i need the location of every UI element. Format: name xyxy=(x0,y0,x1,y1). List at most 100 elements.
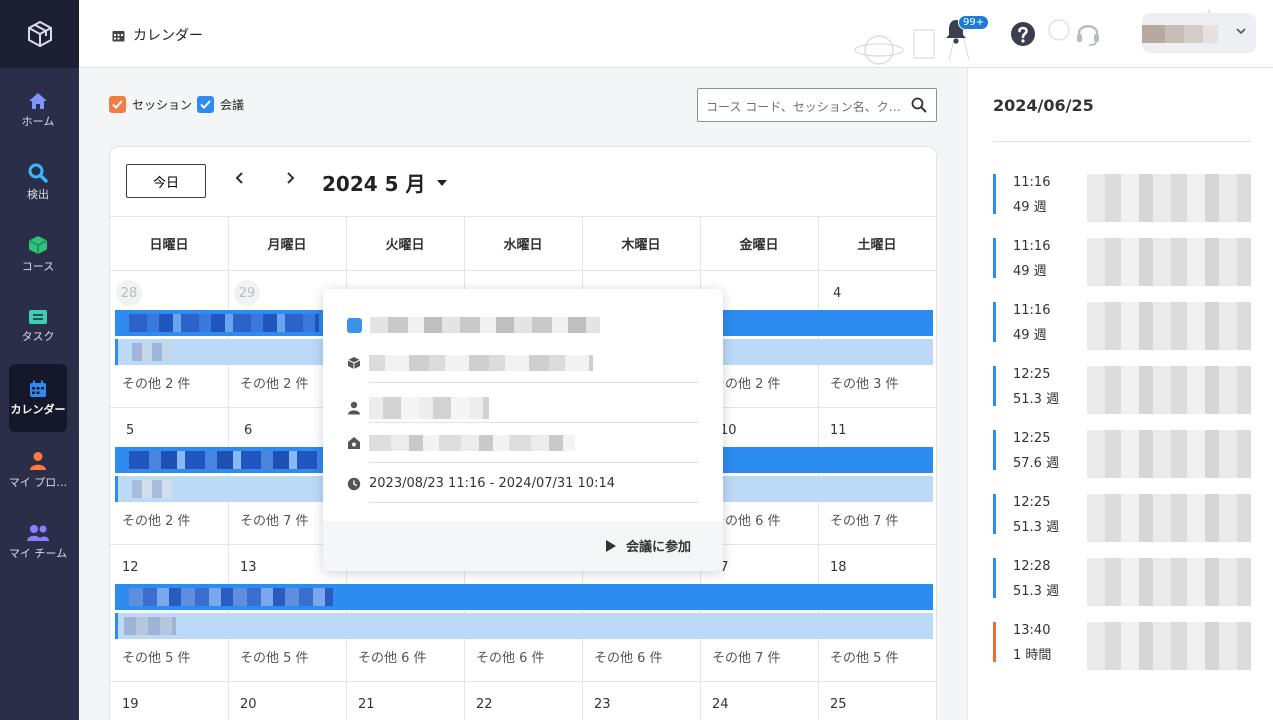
help-icon[interactable] xyxy=(1010,21,1036,47)
more-events-link[interactable]: その他 2 件 xyxy=(240,373,309,392)
agenda-item-time: 13:40 xyxy=(1013,623,1051,638)
grid-divider xyxy=(110,270,936,271)
more-events-link[interactable]: その他 5 件 xyxy=(240,647,309,666)
day-number[interactable]: 21 xyxy=(358,697,375,712)
agenda-item[interactable]: 12:25 51.3 週 xyxy=(993,366,1253,422)
day-number[interactable]: 6 xyxy=(244,423,252,438)
next-month-icon[interactable] xyxy=(284,171,296,185)
search-input[interactable]: コース コード、セッション名、クラス… xyxy=(697,88,937,122)
agenda-item[interactable]: 12:28 51.3 週 xyxy=(993,558,1253,614)
checkbox-meeting[interactable] xyxy=(197,96,214,113)
search-icon[interactable] xyxy=(911,97,927,113)
day-number[interactable]: 25 xyxy=(830,697,847,712)
event-title-redacted xyxy=(129,588,333,606)
day-number[interactable]: 29 xyxy=(234,280,260,306)
nav-item-my-team[interactable]: マイ チーム xyxy=(9,508,67,576)
day-number[interactable]: 12 xyxy=(122,560,139,575)
agenda-item-duration: 49 週 xyxy=(1013,264,1047,279)
agenda-item[interactable]: 12:25 57.6 週 xyxy=(993,430,1253,486)
agenda-item-time: 12:25 xyxy=(1013,367,1051,382)
clock-icon xyxy=(347,477,361,490)
day-number[interactable]: 5 xyxy=(126,423,134,438)
agenda-item-time: 11:16 xyxy=(1013,175,1051,190)
more-events-link[interactable]: その他 7 件 xyxy=(830,510,899,529)
more-events-link[interactable]: その他 7 件 xyxy=(240,510,309,529)
check-icon xyxy=(200,100,211,109)
nav-item-home[interactable]: ホーム xyxy=(9,76,67,144)
breadcrumb-label: カレンダー xyxy=(133,28,203,44)
event-bar-meeting[interactable] xyxy=(115,613,933,639)
today-button[interactable]: 今日 xyxy=(126,164,206,198)
month-selector[interactable]: 2024 5 月 xyxy=(322,168,448,197)
day-number[interactable]: 22 xyxy=(476,697,493,712)
nav-item-search[interactable]: 検出 xyxy=(9,148,67,216)
more-events-link[interactable]: その他 6 件 xyxy=(358,647,427,666)
search-placeholder: コース コード、セッション名、クラス… xyxy=(706,100,904,114)
more-events-link[interactable]: その他 7 件 xyxy=(712,647,781,666)
session-filter-checkbox[interactable]: セッション xyxy=(109,96,192,113)
agenda-item-title-redacted xyxy=(1087,430,1251,478)
meeting-filter-label: 会議 xyxy=(220,98,245,112)
nav-label-search: 検出 xyxy=(27,187,49,201)
join-meeting-button[interactable]: 会議に参加 xyxy=(605,536,691,555)
more-events-link[interactable]: その他 3 件 xyxy=(830,373,899,392)
nav-item-course[interactable]: コース xyxy=(9,220,67,288)
agenda-item[interactable]: 11:16 49 週 xyxy=(993,238,1253,294)
agenda-item[interactable]: 11:16 49 週 xyxy=(993,174,1253,230)
more-events-link[interactable]: その他 6 件 xyxy=(476,647,545,666)
top-header: カレンダー 99+ xyxy=(79,0,1273,68)
chevron-down-icon xyxy=(1236,28,1246,35)
course-name-redacted xyxy=(369,355,593,371)
weekday-header: 木曜日 xyxy=(621,237,661,253)
day-number[interactable]: 20 xyxy=(240,697,257,712)
weekday-header: 日曜日 xyxy=(149,237,189,253)
more-events-link[interactable]: その他 2 件 xyxy=(122,373,191,392)
grid-divider xyxy=(110,681,936,682)
more-events-link[interactable]: その他 5 件 xyxy=(122,647,191,666)
event-detail-popover: 2023/08/23 11:16 - 2024/07/31 10:14 会議に参… xyxy=(323,289,723,571)
cube-icon xyxy=(28,235,48,254)
agenda-item-stripe xyxy=(993,430,996,470)
agenda-item-stripe xyxy=(993,238,996,278)
day-number[interactable]: 28 xyxy=(116,280,142,306)
headset-icon[interactable] xyxy=(1075,21,1101,47)
agenda-item[interactable]: 12:25 51.3 週 xyxy=(993,494,1253,550)
agenda-divider xyxy=(993,141,1251,142)
home-icon xyxy=(29,92,47,109)
agenda-item-stripe xyxy=(993,622,996,662)
agenda-item-duration: 51.3 週 xyxy=(1013,584,1060,599)
day-number[interactable]: 18 xyxy=(830,560,847,575)
more-events-link[interactable]: その他 6 件 xyxy=(594,647,663,666)
event-title-redacted xyxy=(129,451,319,469)
day-number[interactable]: 24 xyxy=(712,697,729,712)
prev-month-icon[interactable] xyxy=(234,171,246,185)
event-color-swatch xyxy=(347,317,362,333)
nav-item-my-profile[interactable]: マイ プロ… xyxy=(9,436,67,504)
agenda-item[interactable]: 11:16 49 週 xyxy=(993,302,1253,358)
more-events-link[interactable]: その他 5 件 xyxy=(830,647,899,666)
nav-label-calendar: カレンダー xyxy=(10,402,66,416)
app-logo[interactable] xyxy=(0,0,79,68)
agenda-item-title-redacted xyxy=(1087,558,1251,606)
checkbox-session[interactable] xyxy=(109,96,126,113)
event-title-redacted xyxy=(129,314,319,332)
join-meeting-label: 会議に参加 xyxy=(625,540,691,555)
day-number[interactable]: 13 xyxy=(240,560,257,575)
agenda-item-duration: 49 週 xyxy=(1013,328,1047,343)
agenda-item[interactable]: 13:40 1 時間 xyxy=(993,622,1253,678)
event-bar-session[interactable] xyxy=(115,584,933,610)
nav-item-calendar[interactable]: カレンダー xyxy=(9,364,67,432)
popover-time-row: 2023/08/23 11:16 - 2024/07/31 10:14 xyxy=(347,476,615,491)
day-number[interactable]: 23 xyxy=(594,697,611,712)
meeting-filter-checkbox[interactable]: 会議 xyxy=(197,96,244,113)
more-events-link[interactable]: その他 2 件 xyxy=(122,510,191,529)
day-number[interactable]: 11 xyxy=(830,423,847,438)
user-menu[interactable] xyxy=(1142,13,1256,53)
agenda-item-duration: 1 時間 xyxy=(1013,648,1052,663)
day-number[interactable]: 19 xyxy=(122,697,139,712)
nav-item-task[interactable]: タスク xyxy=(9,292,67,360)
agenda-item-stripe xyxy=(993,494,996,534)
day-number[interactable]: 4 xyxy=(833,286,841,301)
agenda-item-stripe xyxy=(993,366,996,406)
team-icon xyxy=(27,524,49,541)
